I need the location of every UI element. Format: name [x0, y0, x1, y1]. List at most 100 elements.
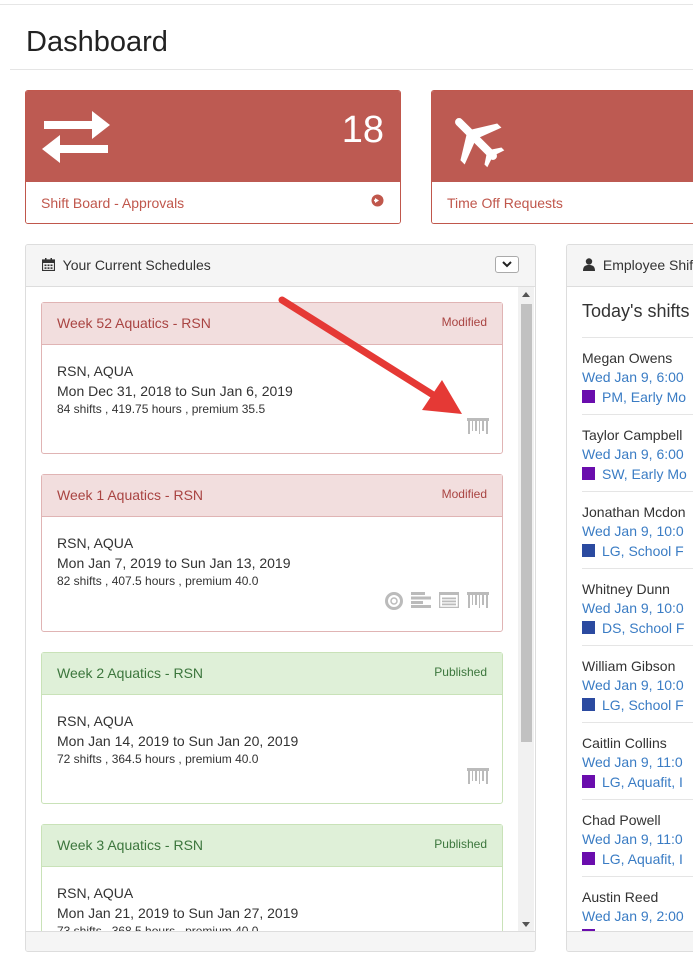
employee-name: Megan Owens: [582, 350, 673, 366]
schedule-stats: 72 shifts , 364.5 hours , premium 40.0: [57, 752, 259, 766]
tile-header: [432, 91, 693, 183]
shift-time[interactable]: Wed Jan 9, 2:00: [582, 906, 693, 926]
collapse-button[interactable]: [495, 256, 519, 273]
divider: [582, 414, 693, 415]
shift-item[interactable]: Taylor Campbell Wed Jan 9, 6:00 SW, Earl…: [582, 414, 693, 484]
time-off-tile[interactable]: Time Off Requests: [431, 90, 693, 224]
schedule-card-body: RSN, AQUA Mon Jan 7, 2019 to Sun Jan 13,…: [42, 517, 502, 589]
title-divider: [10, 69, 693, 70]
shift-time[interactable]: Wed Jan 9, 10:0: [582, 521, 693, 541]
shift-position[interactable]: LG, Aquafit, I: [602, 851, 683, 867]
shift-position[interactable]: LG, School F: [602, 543, 684, 559]
shift-time[interactable]: Wed Jan 9, 6:00: [582, 444, 693, 464]
schedule-location: RSN, AQUA: [57, 535, 134, 551]
employee-name: Chad Powell: [582, 812, 661, 828]
schedule-card-body: RSN, AQUA Mon Jan 14, 2019 to Sun Jan 20…: [42, 695, 502, 767]
scroll-up-arrow-icon[interactable]: [522, 292, 530, 297]
schedule-title: Week 3 Aquatics - RSN: [57, 837, 204, 853]
tile-header: 18: [26, 91, 400, 183]
chevron-down-icon: [502, 261, 512, 268]
schedule-card[interactable]: Week 1 Aquatics - RSN Modified RSN, AQUA…: [41, 474, 503, 632]
schedule-card-header: Week 3 Aquatics - RSN Published: [42, 825, 502, 867]
exchange-arrows-icon: [40, 109, 112, 170]
shift-position[interactable]: SW, Early Mo: [602, 466, 687, 482]
schedule-actions: [467, 768, 489, 789]
employee-name: William Gibson: [582, 658, 676, 674]
calendar-icon: [41, 258, 56, 274]
shift-position[interactable]: LG, School F: [602, 697, 684, 713]
shift-position[interactable]: LG, Aquafit, I: [602, 774, 683, 790]
approvals-count: 18: [341, 109, 384, 151]
schedule-card-header: Week 2 Aquatics - RSN Published: [42, 653, 502, 695]
schedules-panel-title: Your Current Schedules: [62, 257, 211, 273]
barcode-icon[interactable]: [467, 592, 489, 615]
schedule-card-body: RSN, AQUA Mon Jan 21, 2019 to Sun Jan 27…: [42, 867, 502, 932]
scroll-down-arrow-icon[interactable]: [522, 922, 530, 927]
employee-name: Taylor Campbell: [582, 427, 683, 443]
shift-item[interactable]: Megan Owens Wed Jan 9, 6:00 PM, Early Mo: [582, 337, 693, 407]
schedules-panel-header: Your Current Schedules: [26, 245, 535, 287]
employee-name: Whitney Dunn: [582, 581, 670, 597]
shift-board-tile[interactable]: 18 Shift Board - Approvals: [25, 90, 401, 224]
barcode-icon[interactable]: [467, 418, 489, 439]
shift-item[interactable]: Caitlin Collins Wed Jan 9, 11:0 LG, Aqua…: [582, 722, 693, 792]
shifts-panel-footer: [567, 931, 693, 951]
schedule-card[interactable]: Week 2 Aquatics - RSN Published RSN, AQU…: [41, 652, 503, 804]
shift-item[interactable]: Chad Powell Wed Jan 9, 11:0 LG, Aquafit,…: [582, 799, 693, 869]
divider: [582, 722, 693, 723]
divider: [582, 799, 693, 800]
schedule-status: Published: [434, 837, 487, 851]
divider: [582, 491, 693, 492]
top-border: [0, 4, 693, 5]
employee-name: Austin Reed: [582, 889, 659, 905]
employee-shifts-panel: Employee Shif Today's shifts Megan Owens…: [566, 244, 693, 952]
barcode-icon[interactable]: [467, 768, 489, 789]
schedule-card[interactable]: Week 3 Aquatics - RSN Published RSN, AQU…: [41, 824, 503, 932]
divider: [582, 568, 693, 569]
schedule-title: Week 1 Aquatics - RSN: [57, 487, 204, 503]
shift-board-label: Shift Board - Approvals: [41, 195, 185, 211]
schedule-range: Mon Jan 14, 2019 to Sun Jan 20, 2019: [57, 733, 299, 749]
shift-item[interactable]: Austin Reed Wed Jan 9, 2:00: [582, 876, 693, 934]
arrow-circle-right-icon[interactable]: [371, 194, 384, 210]
align-left-icon[interactable]: [411, 592, 431, 615]
schedule-status: Published: [434, 665, 487, 679]
shift-position[interactable]: DS, School F: [602, 620, 684, 636]
schedule-location: RSN, AQUA: [57, 713, 134, 729]
shift-board-link[interactable]: Shift Board - Approvals: [26, 182, 400, 223]
position-color-swatch: [582, 544, 595, 557]
position-color-swatch: [582, 467, 595, 480]
divider: [582, 337, 693, 338]
shift-time[interactable]: Wed Jan 9, 10:0: [582, 598, 693, 618]
list-alt-icon[interactable]: [438, 591, 460, 615]
time-off-label: Time Off Requests: [447, 195, 563, 211]
schedules-scrollbar[interactable]: [518, 287, 534, 932]
shift-item[interactable]: Whitney Dunn Wed Jan 9, 10:0 DS, School …: [582, 568, 693, 638]
scrollbar-thumb[interactable]: [521, 304, 532, 742]
shift-item[interactable]: William Gibson Wed Jan 9, 10:0 LG, Schoo…: [582, 645, 693, 715]
shifts-panel-header: Employee Shif: [567, 245, 693, 287]
schedules-panel-footer: [26, 931, 535, 951]
shift-time[interactable]: Wed Jan 9, 11:0: [582, 752, 693, 772]
time-off-link[interactable]: Time Off Requests: [432, 182, 693, 223]
life-ring-icon[interactable]: [385, 592, 403, 615]
schedule-title: Week 2 Aquatics - RSN: [57, 665, 204, 681]
todays-shifts-title: Today's shifts: [582, 301, 690, 321]
shift-position[interactable]: PM, Early Mo: [602, 389, 686, 405]
schedule-card-header: Week 1 Aquatics - RSN Modified: [42, 475, 502, 517]
position-color-swatch: [582, 390, 595, 403]
shift-item[interactable]: Jonathan Mcdon Wed Jan 9, 10:0 LG, Schoo…: [582, 491, 693, 561]
employee-name: Caitlin Collins: [582, 735, 667, 751]
shift-time[interactable]: Wed Jan 9, 6:00: [582, 367, 693, 387]
schedule-actions: [385, 591, 489, 615]
shift-time[interactable]: Wed Jan 9, 11:0: [582, 829, 693, 849]
shift-time[interactable]: Wed Jan 9, 10:0: [582, 675, 693, 695]
schedule-range: Mon Jan 7, 2019 to Sun Jan 13, 2019: [57, 555, 291, 571]
schedule-actions: [467, 418, 489, 439]
position-color-swatch: [582, 698, 595, 711]
divider: [582, 876, 693, 877]
position-color-swatch: [582, 852, 595, 865]
page-title: Dashboard: [26, 26, 168, 58]
schedule-location: RSN, AQUA: [57, 885, 134, 901]
divider: [582, 645, 693, 646]
